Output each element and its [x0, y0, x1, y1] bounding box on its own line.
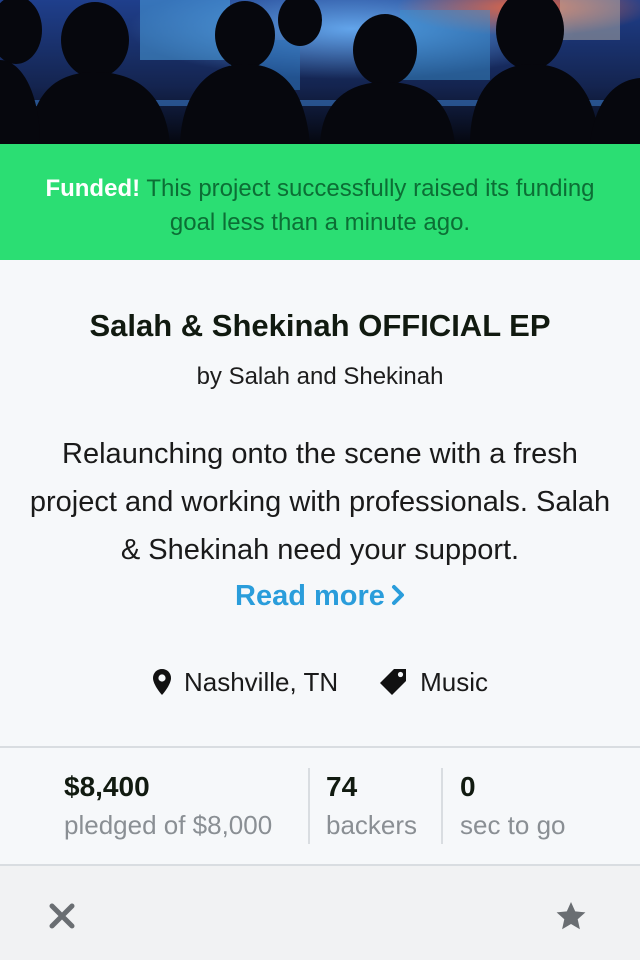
- close-icon: [49, 903, 75, 929]
- chevron-right-icon: [391, 577, 405, 617]
- star-button[interactable]: [547, 892, 595, 940]
- tag-icon: [380, 669, 407, 695]
- backers-stat: 74 backers: [326, 748, 438, 864]
- project-byline: by Salah and Shekinah: [196, 363, 444, 390]
- stat-divider: [441, 768, 443, 844]
- location-label: Nashville, TN: [183, 666, 339, 697]
- hero-image: [0, 0, 640, 144]
- funding-stats: $8,400 pledged of $8,000 74 backers 0 se…: [0, 746, 640, 866]
- location-link[interactable]: Nashville, TN: [152, 667, 338, 698]
- funded-message: This project successfully raised its fun…: [146, 175, 595, 236]
- backers-label: backers: [326, 810, 418, 840]
- stat-divider: [308, 768, 310, 844]
- read-more-label: Read more: [235, 580, 385, 612]
- location-pin-icon: [152, 669, 171, 695]
- funded-label: Funded!: [45, 175, 141, 202]
- project-meta: Nashville, TN Music: [0, 662, 640, 702]
- funded-banner: Funded! This project successfully raised…: [0, 144, 640, 260]
- time-remaining-stat: 0 sec to go: [460, 748, 630, 864]
- bottom-toolbar: [0, 866, 640, 960]
- project-blurb: Relaunching onto the scene with a fresh …: [29, 438, 611, 566]
- category-link[interactable]: Music: [378, 667, 488, 698]
- read-more-link[interactable]: Read more: [0, 576, 640, 617]
- project-summary: Salah & Shekinah OFFICIAL EP by Salah an…: [0, 260, 640, 746]
- close-button[interactable]: [38, 892, 86, 940]
- project-title: Salah & Shekinah OFFICIAL EP: [89, 308, 551, 343]
- time-remaining-label: sec to go: [460, 810, 566, 840]
- category-label: Music: [420, 666, 489, 697]
- time-remaining-value: 0: [460, 771, 476, 802]
- pledged-label: pledged of $8,000: [64, 810, 273, 840]
- concert-crowd-photo: [0, 0, 640, 144]
- backers-count: 74: [326, 771, 358, 802]
- star-icon: [556, 902, 586, 930]
- pledged-stat: $8,400 pledged of $8,000: [64, 748, 308, 864]
- pledged-amount: $8,400: [64, 771, 150, 802]
